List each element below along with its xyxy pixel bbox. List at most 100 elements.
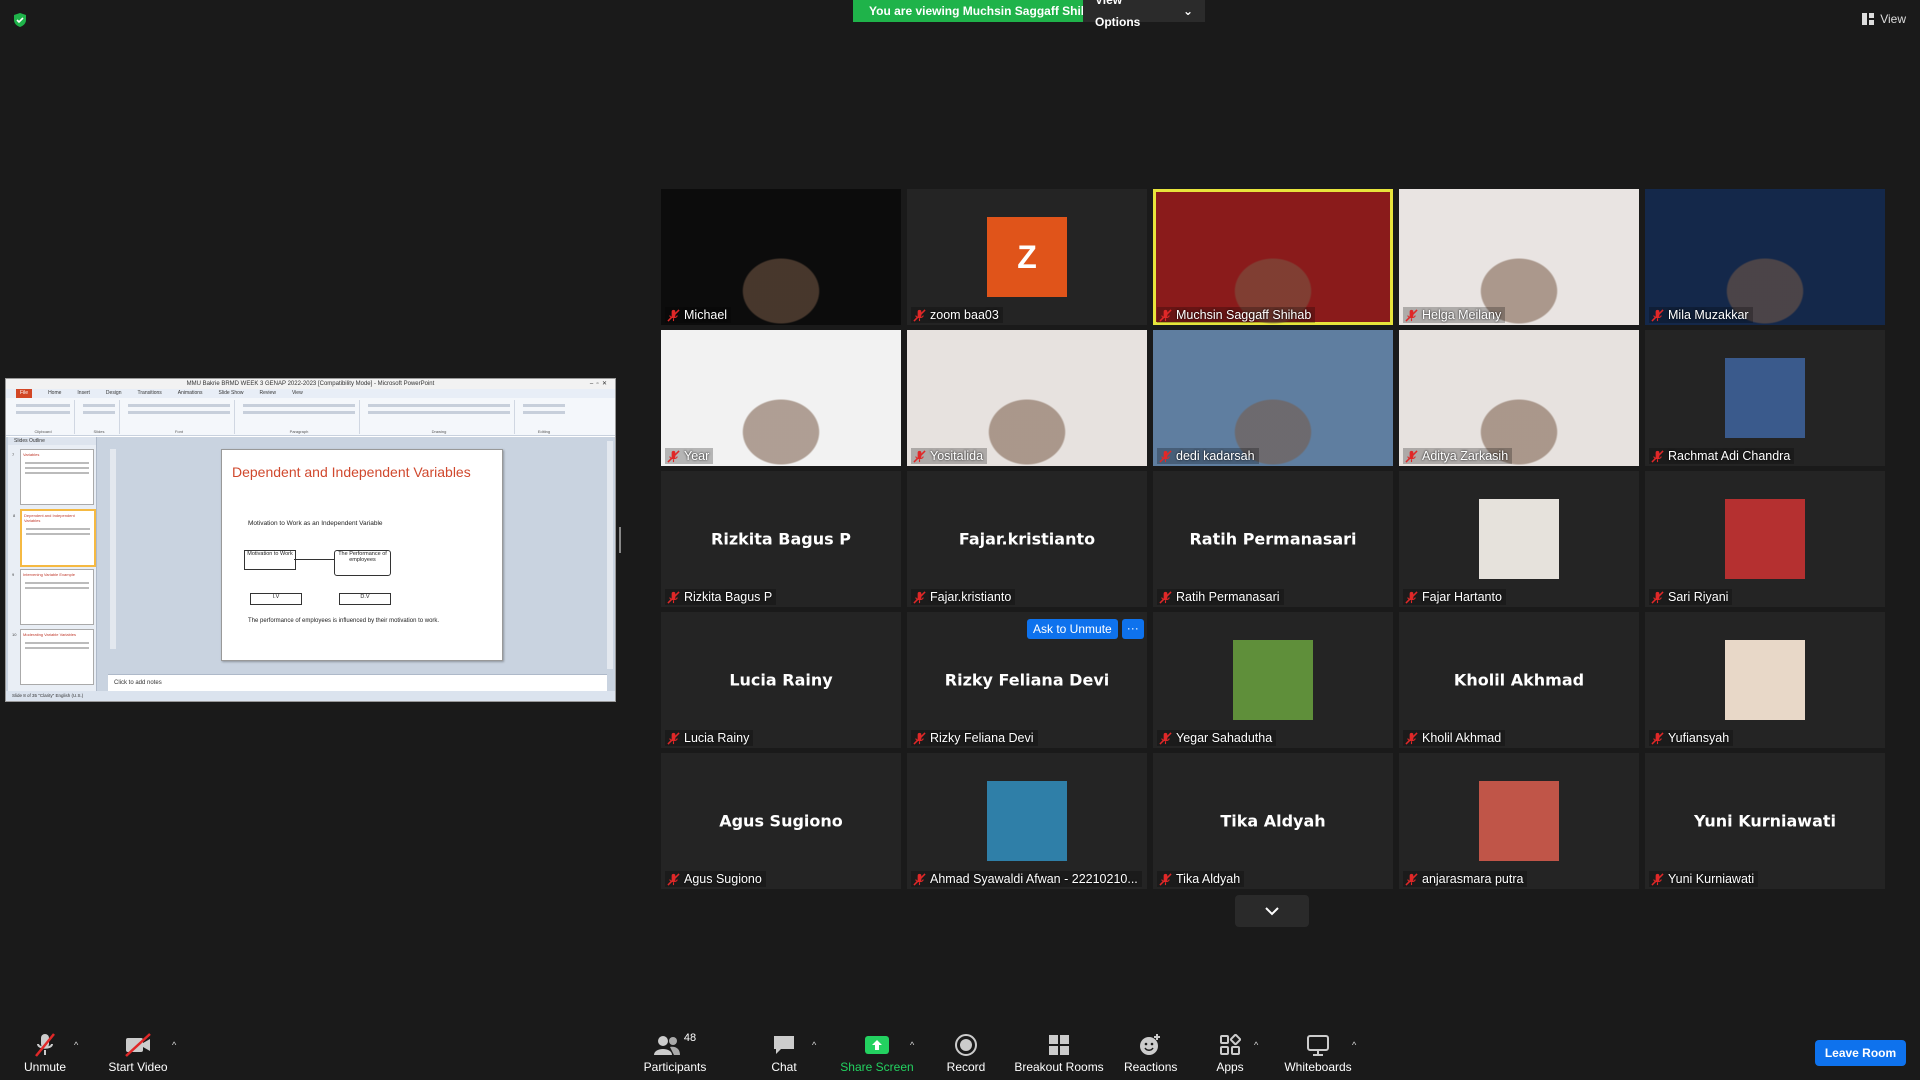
start-video-button[interactable]: Start Video — [108, 1030, 168, 1074]
microphone-muted-icon — [1159, 590, 1172, 604]
participant-tile[interactable]: Agus Sugiono Agus Sugiono — [661, 753, 901, 889]
participant-video-feed — [1153, 189, 1393, 325]
view-options-button[interactable]: View Options ⌄ — [1083, 0, 1205, 29]
whiteboards-options-caret[interactable]: ^ — [1352, 1040, 1356, 1050]
ribbon-group-font[interactable]: Font — [124, 400, 235, 434]
participant-name: Rachmat Adi Chandra — [1668, 449, 1791, 463]
participant-tile[interactable]: Lucia Rainy Lucia Rainy — [661, 612, 901, 748]
participant-tile[interactable]: Yegar Sahadutha — [1153, 612, 1393, 748]
window-controls[interactable]: – ▫ ✕ — [590, 379, 607, 389]
vertical-scrollbar[interactable] — [607, 441, 613, 669]
chat-button[interactable]: Chat — [762, 1030, 806, 1074]
slide-canvas[interactable]: Dependent and Independent Variables Moti… — [221, 449, 503, 661]
participant-tile[interactable]: Ratih Permanasari Ratih Permanasari — [1153, 471, 1393, 607]
participant-tile[interactable]: Kholil Akhmad Kholil Akhmad — [1399, 612, 1639, 748]
participant-display-name: Yuni Kurniawati — [1693, 811, 1837, 831]
participant-tile[interactable]: Fajar Hartanto — [1399, 471, 1639, 607]
participant-name: Yufiansyah — [1668, 731, 1730, 745]
participant-tile[interactable]: Aditya Zarkasih — [1399, 330, 1639, 466]
ribbon-group-editing[interactable]: Editing — [519, 400, 569, 434]
participant-tile[interactable]: Sari Riyani — [1645, 471, 1885, 607]
ribbon-tab-transitions[interactable]: Transitions — [138, 389, 162, 398]
participant-display-name: Agus Sugiono — [719, 811, 843, 831]
slide-thumbnail[interactable]: 7 Variables — [12, 449, 94, 505]
microphone-muted-icon — [667, 590, 680, 604]
participant-tile[interactable]: dedi kadarsah — [1153, 330, 1393, 466]
slide-thumbnail-active[interactable]: 8 Dependent and Independent Variables — [13, 509, 96, 567]
gallery-next-page-button[interactable] — [1235, 895, 1309, 927]
split-divider-handle[interactable] — [619, 527, 621, 553]
view-label: View — [1880, 12, 1906, 26]
participant-name-label: anjarasmara putra — [1403, 871, 1528, 887]
security-shield-icon[interactable] — [12, 12, 28, 28]
slide-thumbnail[interactable]: 10 Moderating Variable Variables — [12, 629, 94, 685]
participant-tile[interactable]: Year — [661, 330, 901, 466]
participant-tile[interactable]: anjarasmara putra — [1399, 753, 1639, 889]
ribbon-group-drawing[interactable]: Drawing — [364, 400, 515, 434]
apps-options-caret[interactable]: ^ — [1254, 1040, 1258, 1050]
participant-tile[interactable]: Rizkita Bagus P Rizkita Bagus P — [661, 471, 901, 607]
slides-panel-tabs[interactable]: Slides Outline — [8, 437, 96, 445]
leave-room-button[interactable]: Leave Room — [1815, 1040, 1906, 1066]
ribbon-group-slides[interactable]: Slides — [79, 400, 120, 434]
reactions-label: Reactions — [1124, 1060, 1178, 1074]
participant-tile[interactable]: Ahmad Syawaldi Afwan - 22210210... — [907, 753, 1147, 889]
more-options-button[interactable]: ··· — [1121, 619, 1144, 639]
avatar-photo — [1725, 499, 1805, 579]
share-screen-button[interactable]: Share Screen — [840, 1030, 914, 1074]
chevron-down-icon — [1265, 907, 1279, 916]
participant-tile[interactable]: Yositalida — [907, 330, 1147, 466]
participant-tile[interactable]: Yuni Kurniawati Yuni Kurniawati — [1645, 753, 1885, 889]
chat-options-caret[interactable]: ^ — [812, 1040, 816, 1050]
ribbon-tab-review[interactable]: Review — [260, 389, 276, 398]
slide-thumbnail-title: Intervening Variable Example — [23, 572, 75, 577]
ribbon-group-label: Editing — [537, 429, 551, 434]
participant-tile[interactable]: Mila Muzakkar — [1645, 189, 1885, 325]
video-options-caret[interactable]: ^ — [172, 1040, 176, 1050]
ribbon-tab-file[interactable]: File — [16, 389, 33, 398]
microphone-muted-icon — [1651, 590, 1664, 604]
participant-name: Ahmad Syawaldi Afwan - 22210210... — [930, 872, 1138, 886]
participant-tile[interactable]: Rachmat Adi Chandra — [1645, 330, 1885, 466]
participant-tile[interactable]: Fajar.kristianto Fajar.kristianto — [907, 471, 1147, 607]
ribbon-tab-design[interactable]: Design — [106, 389, 122, 398]
participant-name-label: Yositalida — [911, 448, 988, 464]
participant-tile[interactable]: Helga Meilany — [1399, 189, 1639, 325]
participant-tile[interactable]: Zzoom baa03 — [907, 189, 1147, 325]
audio-options-caret[interactable]: ^ — [74, 1040, 78, 1050]
apps-button[interactable]: Apps — [1214, 1030, 1246, 1074]
notes-pane[interactable]: Click to add notes — [108, 674, 607, 691]
ribbon-group-paragraph[interactable]: Paragraph — [239, 400, 360, 434]
ribbon-tab-animations[interactable]: Animations — [178, 389, 203, 398]
breakout-rooms-button[interactable]: Breakout Rooms — [1014, 1030, 1104, 1074]
ribbon-group-clipboard[interactable]: Clipboard — [12, 400, 75, 434]
shared-screen[interactable]: MMU Bakrie BRMD WEEK 3 GENAP 2022-2023 [… — [5, 378, 616, 702]
ribbon-tab-view[interactable]: View — [292, 389, 303, 398]
ribbon-tab-home[interactable]: Home — [48, 389, 61, 398]
share-options-caret[interactable]: ^ — [910, 1040, 914, 1050]
participant-video-feed — [1399, 189, 1639, 325]
participants-button[interactable]: 48 Participants — [640, 1030, 710, 1074]
reactions-button[interactable]: Reactions — [1124, 1030, 1178, 1074]
whiteboards-button[interactable]: Whiteboards — [1284, 1030, 1352, 1074]
apps-icon — [1220, 1034, 1241, 1055]
participant-tile[interactable]: Michael — [661, 189, 901, 325]
ribbon-tab-slideshow[interactable]: Slide Show — [219, 389, 244, 398]
participant-tile[interactable]: Yufiansyah — [1645, 612, 1885, 748]
participant-tile[interactable]: Tika Aldyah Tika Aldyah — [1153, 753, 1393, 889]
participant-name: Fajar Hartanto — [1422, 590, 1502, 604]
participant-name: Lucia Rainy — [684, 731, 750, 745]
microphone-muted-icon — [1651, 731, 1664, 745]
participant-tile-active-speaker[interactable]: Muchsin Saggaff Shihab — [1153, 189, 1393, 325]
ribbon-tab-insert[interactable]: Insert — [77, 389, 90, 398]
record-button[interactable]: Record — [944, 1030, 988, 1074]
ask-to-unmute-button[interactable]: Ask to Unmute — [1027, 619, 1118, 639]
view-button[interactable]: View — [1862, 12, 1906, 26]
participant-display-name: Kholil Akhmad — [1453, 670, 1585, 690]
participant-display-name: Rizkita Bagus P — [711, 529, 851, 549]
slide-thumbnail[interactable]: 9 Intervening Variable Example — [12, 569, 94, 625]
participant-display-name: Ratih Permanasari — [1189, 529, 1357, 549]
unmute-button[interactable]: Unmute — [22, 1030, 68, 1074]
ppt-workspace: Slides Outline 7 Variables 8 Dependent a… — [6, 437, 615, 691]
participant-name-label: Fajar.kristianto — [911, 589, 1016, 605]
